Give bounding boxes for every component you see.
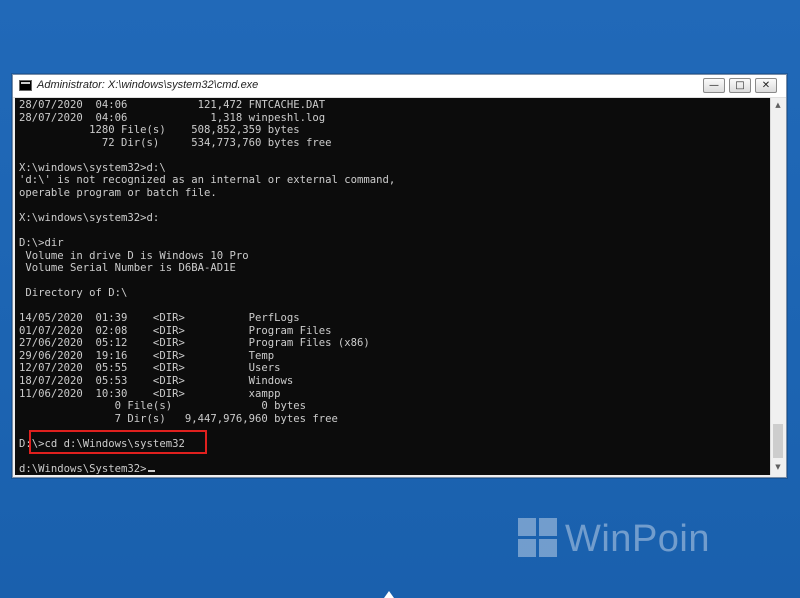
console-line: 11/06/2020 10:30 <DIR> xampp: [19, 387, 281, 400]
console-line: d:\Windows\System32>: [19, 463, 395, 475]
console-lines: 28/07/2020 04:06 121,472 FNTCACHE.DAT 28/…: [19, 99, 395, 475]
scroll-thumb[interactable]: [773, 424, 783, 458]
console-line: 18/07/2020 05:53 <DIR> Windows: [19, 375, 294, 388]
console-line: X:\windows\system32>d:\: [19, 161, 166, 174]
console-line: 29/06/2020 19:16 <DIR> Temp: [19, 349, 275, 362]
text-cursor: [147, 469, 155, 472]
windows-logo-icon: [518, 518, 558, 558]
cmd-icon: [19, 80, 32, 91]
command-highlight-box: [29, 430, 207, 454]
console-line: 28/07/2020 04:06 1,318 winpeshl.log: [19, 111, 326, 124]
console-line: 7 Dir(s) 9,447,976,960 bytes free: [19, 412, 338, 425]
scroll-up-arrow-icon[interactable]: ▲: [771, 98, 785, 113]
watermark-text: WinPoin: [565, 518, 710, 560]
title-bar[interactable]: Administrator: X:\windows\system32\cmd.e…: [13, 75, 786, 98]
mouse-pointer-icon: [384, 591, 394, 598]
console-line: 72 Dir(s) 534,773,760 bytes free: [19, 136, 332, 149]
console-line: 28/07/2020 04:06 121,472 FNTCACHE.DAT: [19, 99, 326, 111]
console-line: 01/07/2020 02:08 <DIR> Program Files: [19, 324, 332, 337]
console-line: 14/05/2020 01:39 <DIR> PerfLogs: [19, 312, 300, 325]
minimize-button[interactable]: —: [703, 78, 725, 93]
console-line: Volume Serial Number is D6BA-AD1E: [19, 262, 236, 275]
console-output[interactable]: 28/07/2020 04:06 121,472 FNTCACHE.DAT 28/…: [15, 98, 770, 475]
console-line: operable program or batch file.: [19, 186, 217, 199]
winpoin-watermark: WinPoin: [518, 516, 728, 566]
console-line: Volume in drive D is Windows 10 Pro: [19, 249, 249, 262]
window-title: Administrator: X:\windows\system32\cmd.e…: [37, 79, 259, 91]
console-line: 1280 File(s) 508,852,359 bytes: [19, 124, 300, 137]
vertical-scrollbar[interactable]: ▲ ▼: [770, 98, 785, 475]
console-line: 27/06/2020 05:12 <DIR> Program Files (x8…: [19, 337, 370, 350]
maximize-button[interactable]: □: [729, 78, 751, 93]
close-button[interactable]: ✕: [755, 78, 777, 93]
console-line: 'd:\' is not recognized as an internal o…: [19, 174, 396, 187]
console-line: 12/07/2020 05:55 <DIR> Users: [19, 362, 281, 375]
cmd-window[interactable]: Administrator: X:\windows\system32\cmd.e…: [12, 74, 787, 478]
scroll-down-arrow-icon[interactable]: ▼: [771, 460, 785, 475]
console-line: X:\windows\system32>d:: [19, 211, 160, 224]
console-line: Directory of D:\: [19, 287, 128, 300]
console-line: 0 File(s) 0 bytes: [19, 400, 307, 413]
console-line: D:\>dir: [19, 237, 64, 250]
